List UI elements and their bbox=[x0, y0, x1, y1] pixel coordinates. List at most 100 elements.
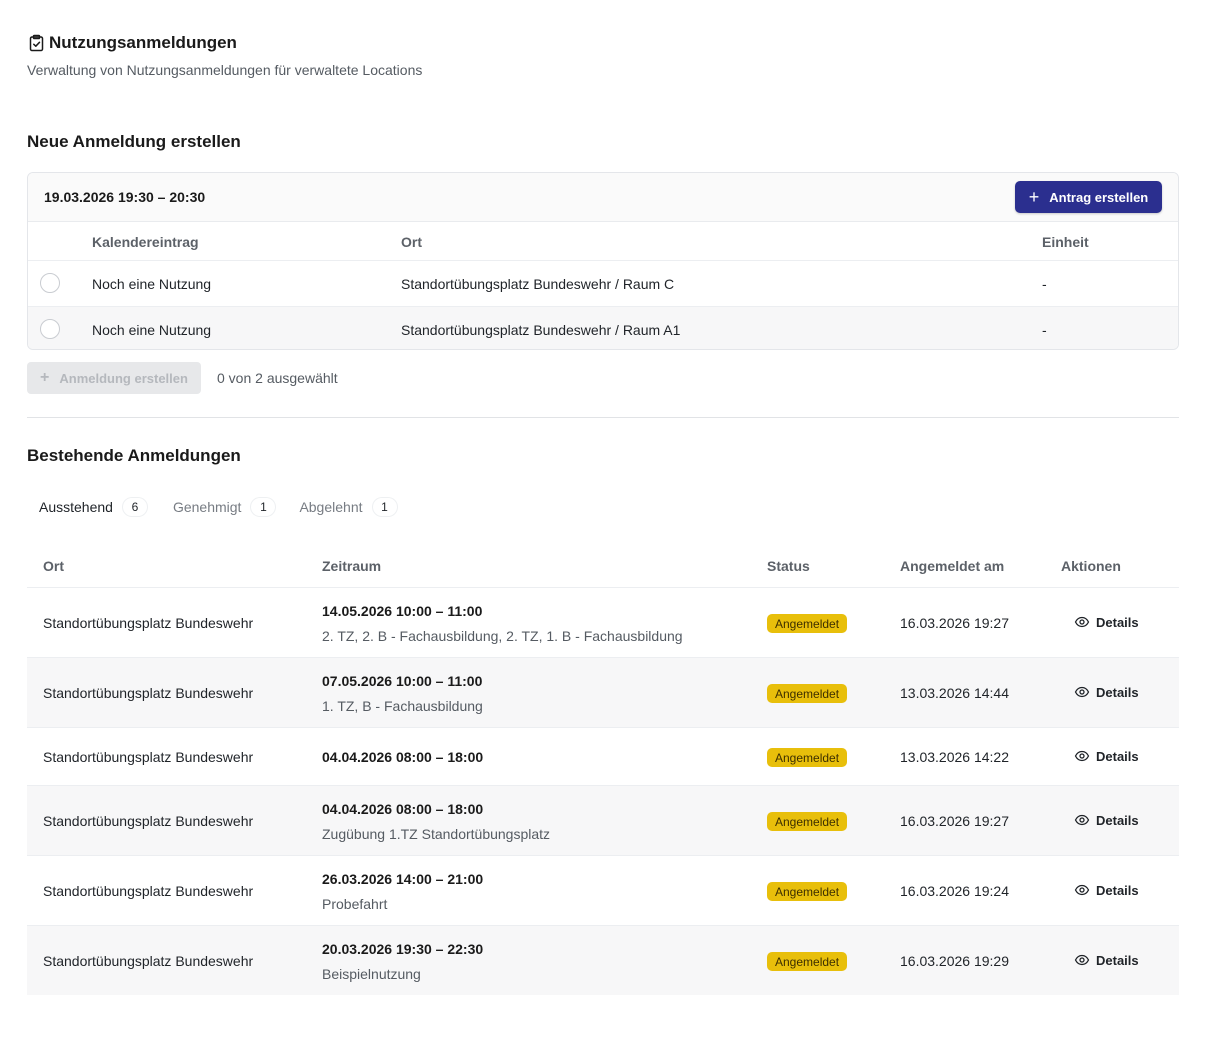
eye-icon bbox=[1074, 884, 1090, 896]
details-button[interactable]: Details bbox=[1074, 684, 1139, 700]
table-row: Standortübungsplatz Bundeswehr 04.04.202… bbox=[27, 786, 1179, 856]
column-header-location: Ort bbox=[43, 558, 64, 574]
details-label: Details bbox=[1096, 748, 1139, 764]
create-request-label: Antrag erstellen bbox=[1049, 189, 1149, 205]
status-badge: Angemeldet bbox=[767, 882, 848, 901]
row-select-radio[interactable] bbox=[40, 319, 60, 339]
table-row: Standortübungsplatz Bundeswehr 14.05.202… bbox=[27, 588, 1179, 658]
unit-cell: - bbox=[1042, 276, 1047, 292]
section-divider bbox=[27, 417, 1179, 418]
location-cell: Standortübungsplatz Bundeswehr bbox=[43, 615, 254, 631]
column-header-location: Ort bbox=[401, 234, 422, 250]
details-label: Details bbox=[1096, 614, 1139, 630]
location-cell: Standortübungsplatz Bundeswehr bbox=[43, 883, 254, 899]
location-cell: Standortübungsplatz Bundeswehr / Raum C bbox=[401, 276, 675, 292]
table-row: Standortübungsplatz Bundeswehr 07.05.202… bbox=[27, 658, 1179, 728]
details-label: Details bbox=[1096, 882, 1139, 898]
row-select-radio[interactable] bbox=[40, 273, 60, 293]
table-row[interactable]: Noch eine Nutzung Standortübungsplatz Bu… bbox=[28, 261, 1178, 307]
column-header-calendar: Kalendereintrag bbox=[92, 234, 199, 250]
create-request-button[interactable]: + Antrag erstellen bbox=[1015, 181, 1162, 213]
registrations-table: Ort Zeitraum Status Angemeldet am Aktion… bbox=[27, 546, 1179, 995]
details-button[interactable]: Details bbox=[1074, 614, 1139, 630]
details-button[interactable]: Details bbox=[1074, 952, 1139, 968]
tab-count-badge: 1 bbox=[251, 498, 276, 516]
location-cell: Standortübungsplatz Bundeswehr bbox=[43, 685, 254, 701]
tab-label: Abgelehnt bbox=[299, 499, 363, 515]
table-row: Standortübungsplatz Bundeswehr 04.04.202… bbox=[27, 728, 1179, 786]
period-cell: 04.04.2026 08:00 – 18:00 bbox=[322, 749, 483, 765]
table-row: Standortübungsplatz Bundeswehr 20.03.202… bbox=[27, 926, 1179, 995]
period-cell: 20.03.2026 19:30 – 22:30 Beispielnutzung bbox=[322, 941, 483, 982]
period-description: Zugübung 1.TZ Standortübungsplatz bbox=[322, 826, 551, 842]
status-badge: Angemeldet bbox=[767, 812, 848, 831]
column-header-actions: Aktionen bbox=[1061, 558, 1121, 574]
registered-at-cell: 13.03.2026 14:44 bbox=[900, 685, 1009, 701]
period-description: 2. TZ, 2. B - Fachausbildung, 2. TZ, 1. … bbox=[322, 628, 683, 644]
registered-at-cell: 16.03.2026 19:27 bbox=[900, 615, 1009, 631]
status-badge: Angemeldet bbox=[767, 952, 848, 971]
column-header-unit: Einheit bbox=[1042, 234, 1089, 250]
tab-count-badge: 6 bbox=[122, 498, 147, 516]
status-badge: Angemeldet bbox=[767, 748, 848, 767]
period-date: 04.04.2026 08:00 – 18:00 bbox=[322, 749, 484, 765]
period-date: 04.04.2026 08:00 – 18:00 bbox=[322, 801, 484, 817]
status-badge: Angemeldet bbox=[767, 614, 848, 633]
page-header: Nutzungsanmeldungen bbox=[27, 33, 237, 53]
details-label: Details bbox=[1096, 684, 1139, 700]
date-range: 19.03.2026 19:30 – 20:30 bbox=[44, 189, 206, 205]
table-row: Standortübungsplatz Bundeswehr 26.03.202… bbox=[27, 856, 1179, 926]
status-tabs: Ausstehend 6 Genehmigt 1 Abgelehnt 1 bbox=[27, 496, 409, 518]
details-button[interactable]: Details bbox=[1074, 812, 1139, 828]
new-registration-heading: Neue Anmeldung erstellen bbox=[27, 132, 241, 151]
tab-abgelehnt[interactable]: Abgelehnt 1 bbox=[287, 496, 408, 518]
eye-icon bbox=[1074, 686, 1090, 698]
details-label: Details bbox=[1096, 952, 1139, 968]
location-cell: Standortübungsplatz Bundeswehr / Raum A1 bbox=[401, 322, 681, 338]
column-header-registered-at: Angemeldet am bbox=[900, 558, 1005, 574]
plus-icon: + bbox=[1028, 187, 1040, 207]
eye-icon bbox=[1074, 954, 1090, 966]
details-button[interactable]: Details bbox=[1074, 882, 1139, 898]
column-header-status: Status bbox=[767, 558, 810, 574]
table-row[interactable]: Noch eine Nutzung Standortübungsplatz Bu… bbox=[28, 307, 1178, 349]
registered-at-cell: 16.03.2026 19:29 bbox=[900, 953, 1009, 969]
location-cell: Standortübungsplatz Bundeswehr bbox=[43, 953, 254, 969]
eye-icon bbox=[1074, 750, 1090, 762]
period-date: 26.03.2026 14:00 – 21:00 bbox=[322, 871, 484, 887]
location-cell: Standortübungsplatz Bundeswehr bbox=[43, 813, 254, 829]
page-subtitle: Verwaltung von Nutzungsanmeldungen für v… bbox=[27, 62, 423, 78]
details-button[interactable]: Details bbox=[1074, 748, 1139, 764]
period-date: 14.05.2026 10:00 – 11:00 bbox=[322, 603, 483, 619]
tab-ausstehend[interactable]: Ausstehend 6 bbox=[27, 496, 159, 518]
period-cell: 26.03.2026 14:00 – 21:00 Probefahrt bbox=[322, 871, 483, 912]
tab-genehmigt[interactable]: Genehmigt 1 bbox=[161, 496, 287, 518]
selection-status: 0 von 2 ausgewählt bbox=[217, 370, 338, 386]
details-label: Details bbox=[1096, 812, 1139, 828]
calendar-entry: Noch eine Nutzung bbox=[92, 276, 212, 292]
new-table-header: Kalendereintrag Ort Einheit bbox=[28, 222, 1178, 261]
registered-at-cell: 16.03.2026 19:24 bbox=[900, 883, 1009, 899]
calendar-entry: Noch eine Nutzung bbox=[92, 322, 212, 338]
period-description: Probefahrt bbox=[322, 896, 388, 912]
registered-at-cell: 16.03.2026 19:27 bbox=[900, 813, 1009, 829]
eye-icon bbox=[1074, 814, 1090, 826]
column-header-period: Zeitraum bbox=[322, 558, 382, 574]
tab-count-badge: 1 bbox=[372, 498, 397, 516]
table-header: Ort Zeitraum Status Angemeldet am Aktion… bbox=[27, 546, 1179, 588]
period-cell: 14.05.2026 10:00 – 11:00 2. TZ, 2. B - F… bbox=[322, 603, 683, 644]
status-badge: Angemeldet bbox=[767, 684, 848, 703]
create-registration-button[interactable]: + Anmeldung erstellen bbox=[27, 362, 201, 394]
clipboard-check-icon bbox=[27, 33, 47, 53]
plus-icon: + bbox=[40, 369, 50, 386]
unit-cell: - bbox=[1042, 322, 1047, 338]
eye-icon bbox=[1074, 616, 1090, 628]
create-registration-label: Anmeldung erstellen bbox=[59, 370, 188, 386]
card-header: 19.03.2026 19:30 – 20:30 + Antrag erstel… bbox=[28, 173, 1178, 222]
period-description: 1. TZ, B - Fachausbildung bbox=[322, 698, 483, 714]
period-description: Beispielnutzung bbox=[322, 966, 421, 982]
new-registration-card: 19.03.2026 19:30 – 20:30 + Antrag erstel… bbox=[27, 172, 1179, 350]
existing-registrations-heading: Bestehende Anmeldungen bbox=[27, 446, 241, 465]
period-cell: 07.05.2026 10:00 – 11:00 1. TZ, B - Fach… bbox=[322, 673, 483, 714]
period-date: 20.03.2026 19:30 – 22:30 bbox=[322, 941, 484, 957]
